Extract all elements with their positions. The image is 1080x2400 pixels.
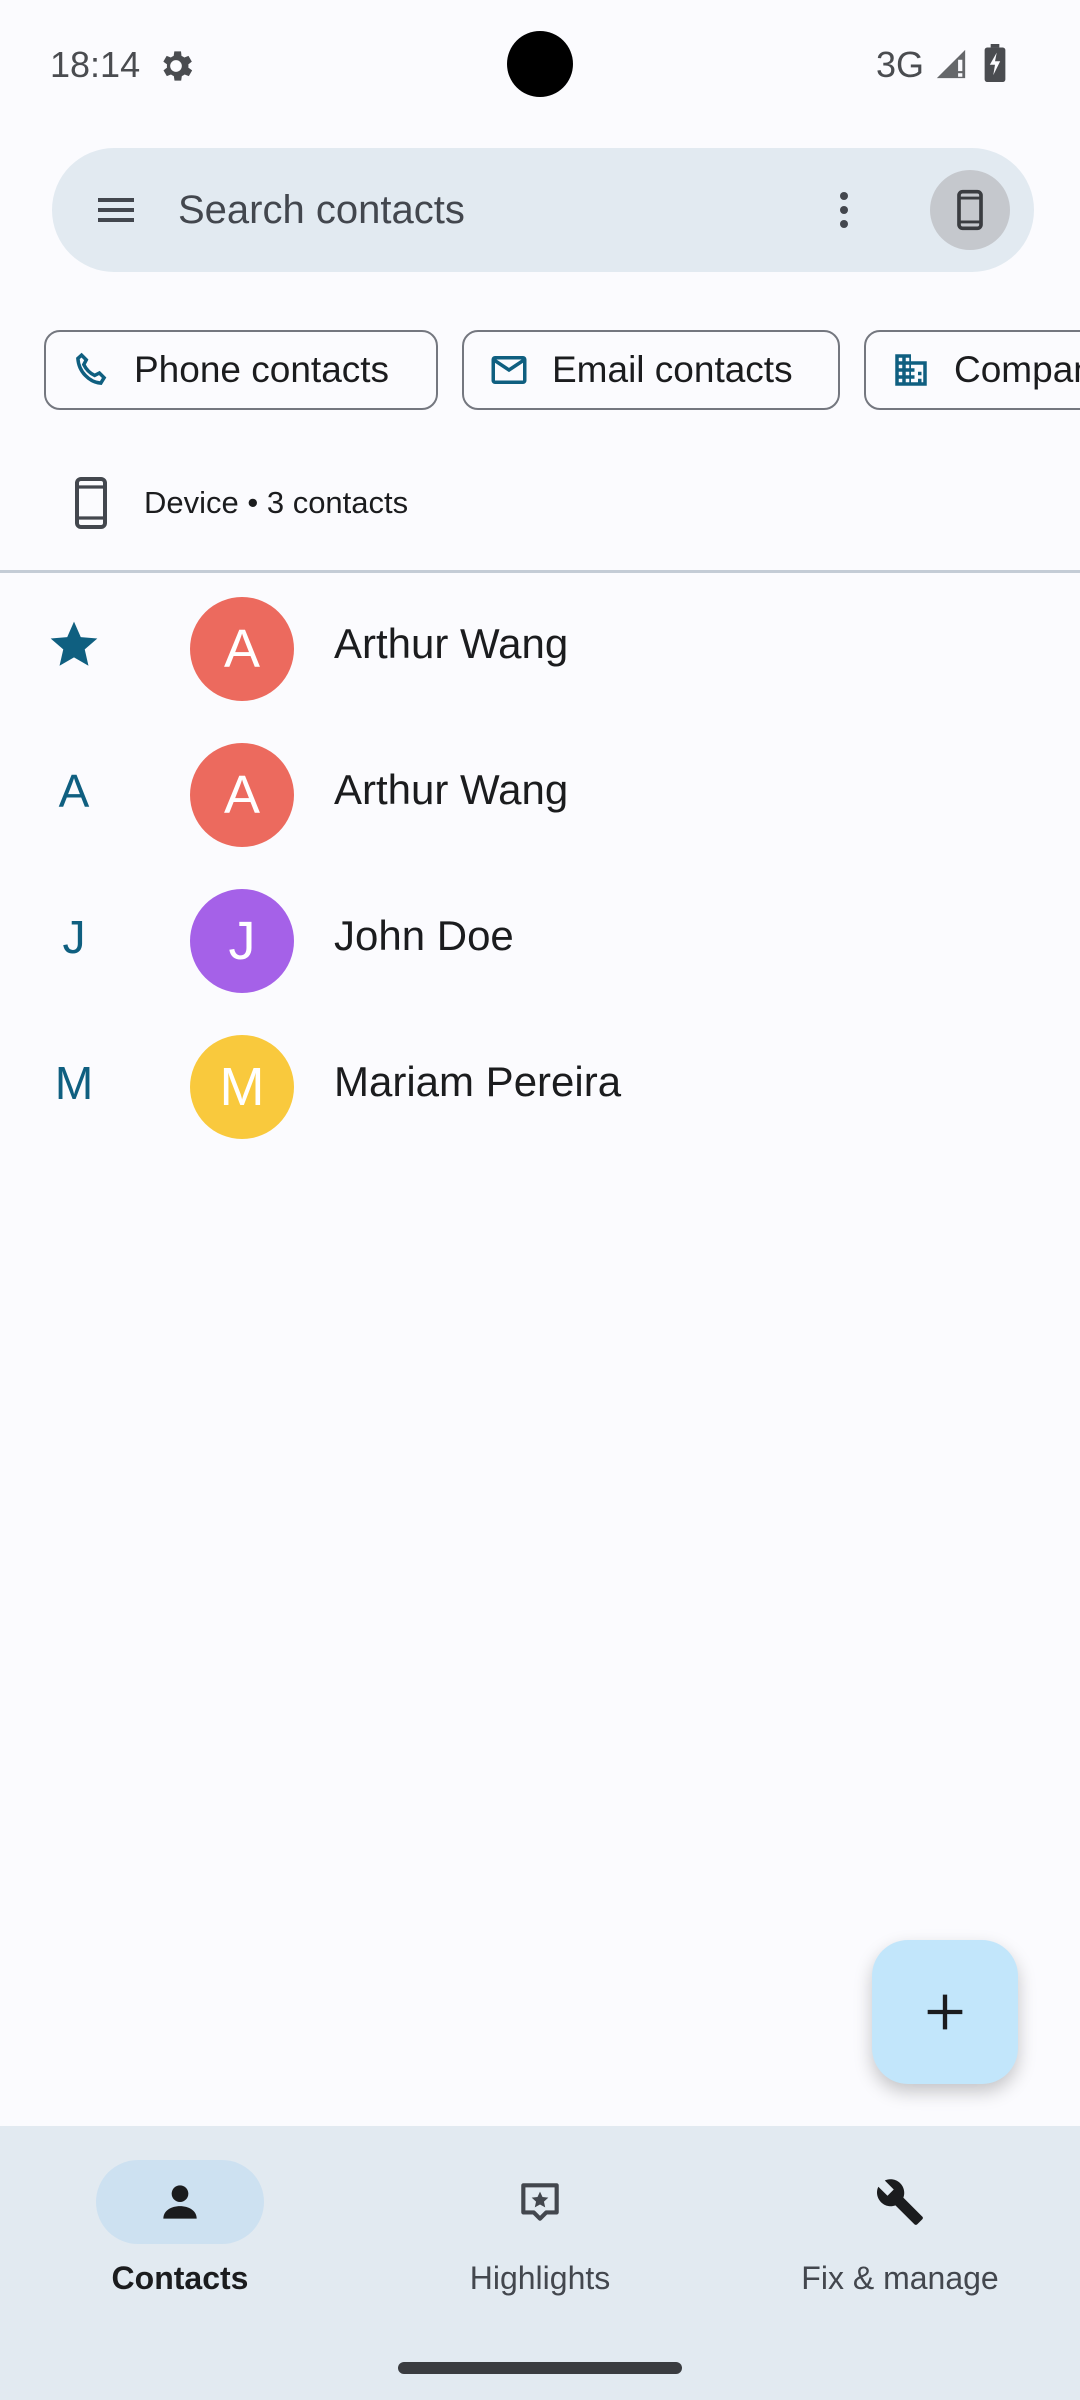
search-bar[interactable]: Search contacts — [52, 148, 1034, 272]
business-icon — [895, 354, 927, 386]
highlights-icon — [521, 2183, 559, 2221]
contact-name: John Doe — [334, 912, 514, 959]
chip-companies[interactable]: Companies — [864, 330, 1080, 410]
nav-label: Contacts — [111, 2260, 249, 2296]
search-input[interactable]: Search contacts — [178, 188, 465, 233]
section-letter: M — [54, 1057, 94, 1109]
filter-chips-row: Phone contacts Email contacts Companies — [0, 308, 1080, 432]
bottom-navigation: Contacts Highlights Fix & manage — [0, 2126, 1080, 2400]
add-contact-button[interactable] — [872, 1940, 1018, 2084]
signal-icon — [936, 49, 966, 79]
battery-charging-icon — [984, 44, 1006, 82]
star-icon — [50, 621, 98, 666]
email-icon — [491, 356, 527, 384]
nav-label: Highlights — [469, 2260, 611, 2296]
phone-device-icon — [75, 477, 107, 529]
nav-contacts[interactable]: Contacts — [0, 2126, 360, 2336]
avatar: A — [190, 743, 294, 847]
avatar: J — [190, 889, 294, 993]
home-indicator[interactable] — [398, 2362, 682, 2374]
camera-cutout — [507, 31, 573, 97]
phone-icon — [76, 352, 107, 385]
contact-row[interactable]: A A Arthur Wang — [0, 722, 1080, 868]
contact-name: Mariam Pereira — [334, 1058, 622, 1105]
phone-device-icon — [957, 189, 983, 231]
add-icon — [927, 1994, 963, 2030]
section-letter: J — [62, 911, 86, 963]
starred-section-marker — [0, 614, 148, 676]
chip-email-contacts[interactable]: Email contacts — [462, 330, 840, 410]
chip-label: Companies — [954, 349, 1080, 390]
more-vert-icon — [840, 192, 848, 228]
person-icon — [163, 2185, 197, 2219]
nav-label: Fix & manage — [801, 2260, 999, 2296]
nav-highlights[interactable]: Highlights — [360, 2126, 720, 2336]
contact-row[interactable]: J J John Doe — [0, 868, 1080, 1014]
account-selector[interactable]: Device • 3 contacts — [0, 436, 494, 570]
chip-label: Phone contacts — [134, 349, 390, 390]
divider — [0, 570, 1080, 573]
contact-row-starred[interactable]: A Arthur Wang — [0, 576, 1080, 722]
status-time: 18:14 — [50, 44, 141, 85]
chip-phone-contacts[interactable]: Phone contacts — [44, 330, 438, 410]
settings-gear-icon — [163, 51, 193, 81]
status-bar: 18:14 3G — [0, 0, 1080, 130]
chip-label: Email contacts — [552, 349, 793, 390]
nav-pill — [456, 2160, 624, 2244]
avatar: M — [190, 1035, 294, 1139]
menu-icon — [98, 198, 134, 222]
more-options-button[interactable] — [812, 178, 876, 242]
network-type: 3G — [876, 44, 925, 85]
wrench-icon — [876, 2179, 923, 2225]
contact-row[interactable]: M M Mariam Pereira — [0, 1014, 1080, 1160]
account-label: Device • 3 contacts — [144, 485, 409, 520]
contact-name: Arthur Wang — [334, 766, 569, 813]
menu-button[interactable] — [84, 178, 148, 242]
nav-fix-manage[interactable]: Fix & manage — [720, 2126, 1080, 2336]
contact-name: Arthur Wang — [334, 620, 569, 667]
nav-pill — [816, 2160, 984, 2244]
nav-pill — [96, 2160, 264, 2244]
avatar: A — [190, 597, 294, 701]
section-letter: A — [58, 765, 90, 817]
account-switcher-button[interactable] — [930, 170, 1010, 250]
